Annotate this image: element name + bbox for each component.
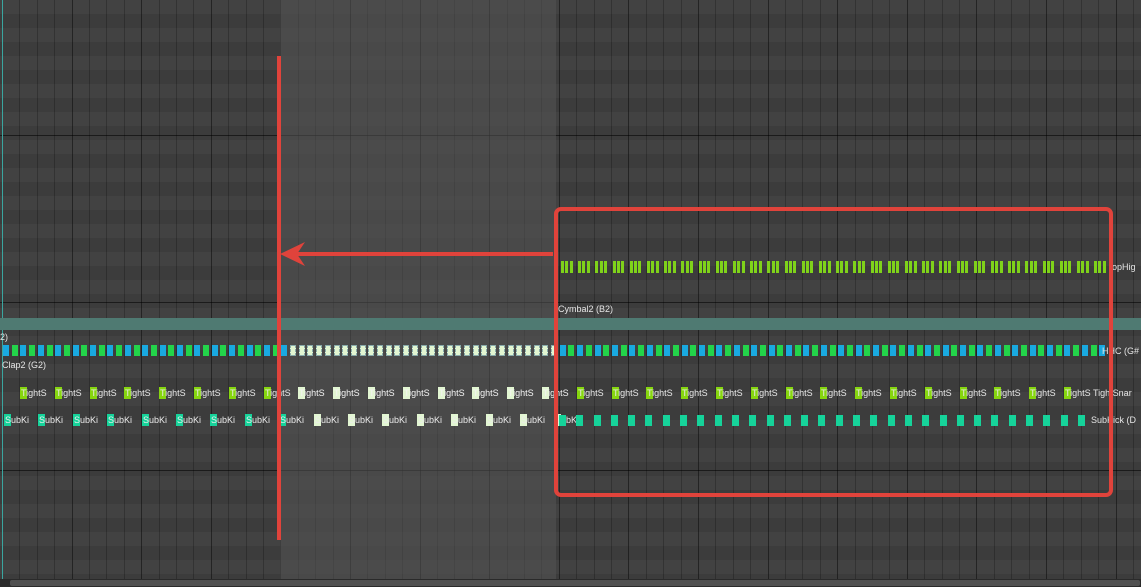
piano-roll-canvas[interactable]: opHig Cymbal2 (B2) 2) HHC (G# Clap2 (G2)… <box>0 0 1141 587</box>
highlight-box <box>554 207 1113 497</box>
horizontal-scrollbar[interactable] <box>0 579 1141 587</box>
scrollbar-thumb[interactable] <box>10 580 1140 586</box>
annotation-overlay <box>277 56 1113 540</box>
